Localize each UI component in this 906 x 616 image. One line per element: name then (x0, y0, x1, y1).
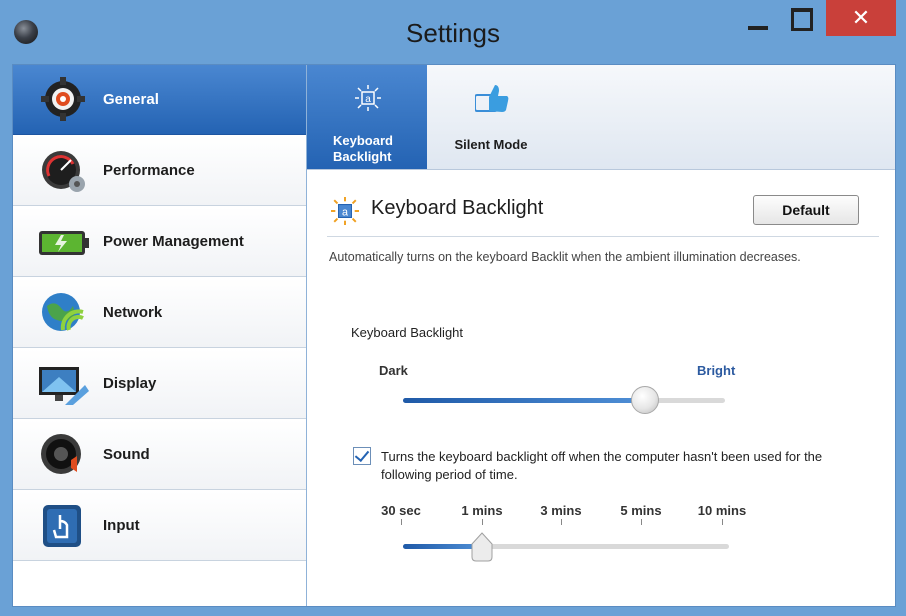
auto-off-checkbox[interactable] (353, 447, 371, 465)
timeout-slider-thumb[interactable] (470, 532, 494, 562)
default-button[interactable]: Default (753, 195, 859, 225)
main-panel: a Keyboard Backlight Silent Mode a Keybo… (307, 65, 895, 606)
timeout-option-10-mins: 10 mins (697, 503, 747, 518)
tab-label: Keyboard Backlight (333, 133, 393, 164)
timeout-option-3-mins: 3 mins (540, 503, 582, 518)
timeout-option-30-sec: 30 sec (381, 503, 421, 518)
tick-mark (641, 519, 642, 525)
timeout-option-1-min: 1 mins (461, 503, 503, 518)
svg-text:a: a (342, 206, 348, 218)
speedometer-icon (42, 151, 85, 192)
tab-label: Silent Mode (454, 137, 528, 152)
speaker-icon (41, 434, 81, 474)
content-area: General Performance Power Management Net… (12, 64, 896, 607)
auto-off-text: Turns the keyboard backlight off when th… (381, 449, 823, 482)
description-text: Automatically turns on the keyboard Back… (329, 250, 801, 264)
timeout-option-5-mins: 5 mins (620, 503, 662, 518)
brightness-min-label: Dark (379, 363, 408, 378)
divider (327, 236, 879, 237)
brightness-slider[interactable] (403, 386, 725, 414)
brightness-slider-thumb[interactable] (630, 386, 659, 414)
keyboard-backlight-icon: a (355, 85, 381, 111)
touch-icon (43, 505, 81, 547)
settings-window: Settings ✕ General Performance Power Man… (0, 0, 906, 616)
sidebar-item-label: Display (103, 375, 157, 392)
sidebar-item-display[interactable]: Display (13, 349, 306, 419)
sidebar-item-label: General (103, 91, 159, 108)
title-bar[interactable]: Settings ✕ (0, 0, 906, 62)
tick-mark (561, 519, 562, 525)
timeout-slider[interactable] (403, 532, 729, 562)
battery-icon (39, 231, 89, 255)
tab-keyboard-backlight[interactable]: a Keyboard Backlight (307, 65, 427, 169)
sidebar-item-sound[interactable]: Sound (13, 420, 306, 490)
keyboard-backlight-icon: a (331, 197, 359, 225)
sidebar-item-input[interactable]: Input (13, 491, 306, 561)
sidebar-item-label: Network (103, 304, 163, 321)
close-button[interactable]: ✕ (826, 0, 896, 36)
tab-bar: a Keyboard Backlight Silent Mode (307, 65, 895, 170)
thumbs-up-icon (475, 85, 509, 112)
maximize-button[interactable] (788, 6, 814, 31)
globe-wifi-icon (42, 293, 84, 331)
sidebar-item-label: Performance (103, 162, 195, 179)
minimize-button[interactable] (740, 4, 776, 34)
tick-mark (722, 519, 723, 525)
sidebar-item-performance[interactable]: Performance (13, 136, 306, 206)
tick-mark (401, 519, 402, 525)
sidebar-item-network[interactable]: Network (13, 278, 306, 348)
brightness-slider-fill (403, 398, 645, 403)
sidebar-item-power-management[interactable]: Power Management (13, 207, 306, 277)
sidebar: General Performance Power Management Net… (13, 65, 307, 606)
gear-icon (41, 77, 85, 121)
close-icon: ✕ (851, 5, 871, 30)
svg-text:a: a (365, 94, 371, 105)
brightness-max-label: Bright (697, 363, 736, 378)
sidebar-item-label: Power Management (103, 233, 244, 250)
sidebar-item-label: Input (103, 517, 140, 534)
tab-silent-mode[interactable]: Silent Mode (431, 65, 551, 169)
sidebar-item-general[interactable]: General (13, 65, 306, 135)
brightness-label: Keyboard Backlight (351, 325, 464, 340)
sidebar-item-label: Sound (103, 446, 150, 463)
section-title: Keyboard Backlight (371, 197, 544, 219)
monitor-icon (39, 367, 89, 405)
tick-mark (482, 519, 483, 525)
